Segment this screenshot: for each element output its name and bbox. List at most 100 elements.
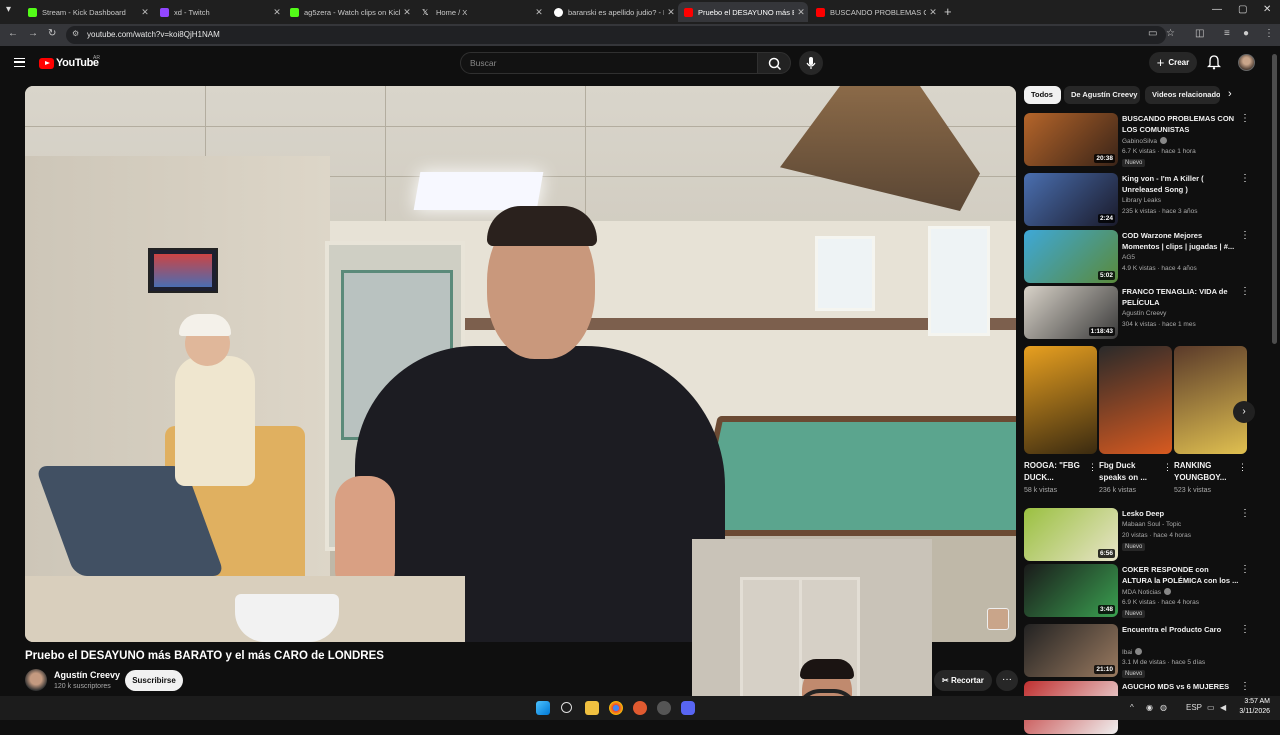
video-thumbnail[interactable]: 1:18:43 bbox=[1024, 286, 1118, 339]
short-title[interactable]: Fbg Duck speaks on ... bbox=[1099, 460, 1161, 484]
recommendation-item[interactable]: 6:56 Lesko Deep Mabaan Soul - Topic 20 vist… bbox=[1024, 508, 1256, 562]
back-icon[interactable]: ← bbox=[8, 28, 18, 39]
recommendation-item[interactable]: 20:38 BUSCANDO PROBLEMAS CON LOS COMUNIST… bbox=[1024, 113, 1256, 167]
close-tab-icon[interactable]: ✕ bbox=[794, 7, 808, 18]
channel-watermark[interactable] bbox=[987, 608, 1009, 630]
notifications-button[interactable] bbox=[1206, 54, 1222, 75]
recommendation-item[interactable]: 21:10 Encuentra el Producto Caro Ibai 3.1 M… bbox=[1024, 624, 1256, 678]
video-title[interactable]: Encuentra el Producto Caro bbox=[1122, 624, 1240, 635]
search-button[interactable] bbox=[757, 52, 791, 74]
search-box[interactable]: Buscar bbox=[460, 52, 758, 74]
windows-start-icon[interactable] bbox=[536, 701, 550, 715]
close-tab-icon[interactable]: ✕ bbox=[664, 7, 678, 18]
browser-menu-icon[interactable]: ⋮ bbox=[1264, 28, 1274, 39]
tab-search-icon[interactable]: ▾ bbox=[6, 4, 11, 15]
new-tab-button[interactable]: + bbox=[944, 4, 952, 19]
tray-app-icon[interactable]: ◉ bbox=[1146, 703, 1153, 712]
close-tab-icon[interactable]: ✕ bbox=[532, 7, 546, 18]
channel-name[interactable]: MDA Noticias bbox=[1122, 588, 1172, 596]
create-button[interactable]: + Crear bbox=[1149, 52, 1197, 73]
browser-tab[interactable]: xd - Twitch ✕ bbox=[154, 2, 284, 22]
video-thumbnail[interactable]: 5:02 bbox=[1024, 230, 1118, 283]
chrome-icon[interactable] bbox=[609, 701, 623, 715]
short-thumbnail[interactable] bbox=[1174, 346, 1247, 454]
close-tab-icon[interactable]: ✕ bbox=[400, 7, 414, 18]
close-tab-icon[interactable]: ✕ bbox=[926, 7, 940, 18]
chip-from-channel[interactable]: De Agustín Creevy bbox=[1064, 86, 1140, 104]
profile-icon[interactable]: ● bbox=[1243, 28, 1249, 39]
taskbar-search-icon[interactable] bbox=[561, 702, 572, 713]
short-thumbnail[interactable] bbox=[1099, 346, 1172, 454]
app-icon[interactable] bbox=[657, 701, 671, 715]
video-title[interactable]: COD Warzone Mejores Momentos | clips | j… bbox=[1122, 230, 1240, 252]
video-thumbnail[interactable]: 3:48 bbox=[1024, 564, 1118, 617]
tray-expand-icon[interactable]: ^ bbox=[1130, 703, 1134, 712]
video-thumbnail[interactable]: 2:24 bbox=[1024, 173, 1118, 226]
recommendation-item[interactable]: 1:18:43 FRANCO TENAGLIA: VIDA de PELÍCULA… bbox=[1024, 286, 1256, 340]
recommendation-item[interactable]: 5:02 COD Warzone Mejores Momentos | clips… bbox=[1024, 230, 1256, 284]
chip-related[interactable]: Videos relacionados bbox=[1145, 86, 1220, 104]
browser-tab[interactable]: ag5zera - Watch clips on Kick ✕ bbox=[284, 2, 414, 22]
recommendation-item[interactable]: 2:24 King von - I'm A Killer ( Unreleased… bbox=[1024, 173, 1256, 227]
chip-all[interactable]: Todos bbox=[1024, 86, 1061, 104]
more-vertical-icon[interactable]: ⋮ bbox=[1240, 173, 1250, 184]
video-title[interactable]: BUSCANDO PROBLEMAS CON LOS COMUNISTAS bbox=[1122, 113, 1240, 135]
voice-search-button[interactable] bbox=[799, 51, 823, 75]
short-item[interactable]: Fbg Duck speaks on ... 236 k vistas ⋮ bbox=[1099, 346, 1172, 502]
language-indicator[interactable]: ESP bbox=[1186, 703, 1202, 712]
browser-tab[interactable]: baranski es apellido judio? - Bu ✕ bbox=[548, 2, 678, 22]
obs-icon[interactable] bbox=[633, 701, 647, 715]
video-thumbnail[interactable]: 6:56 bbox=[1024, 508, 1118, 561]
hamburger-menu-icon[interactable] bbox=[14, 58, 25, 67]
more-vertical-icon[interactable]: ⋮ bbox=[1163, 462, 1172, 473]
channel-name[interactable]: Agustín Creevy bbox=[54, 670, 120, 680]
more-vertical-icon[interactable]: ⋮ bbox=[1240, 624, 1250, 635]
short-title[interactable]: ROOGA: "FBG DUCK... bbox=[1024, 460, 1086, 484]
video-thumbnail[interactable]: 21:10 bbox=[1024, 624, 1118, 677]
recommendation-item[interactable]: 3:48 COKER RESPONDE con ALTURA la POLÉMIC… bbox=[1024, 564, 1256, 618]
channel-name[interactable]: AG5 bbox=[1122, 254, 1135, 261]
more-vertical-icon[interactable]: ⋮ bbox=[1240, 564, 1250, 575]
video-title[interactable]: COKER RESPONDE con ALTURA la POLÉMICA co… bbox=[1122, 564, 1240, 586]
browser-tab-active[interactable]: Pruebo el DESAYUNO más BAR ✕ bbox=[678, 2, 808, 22]
close-tab-icon[interactable]: ✕ bbox=[138, 7, 152, 18]
clock-time[interactable]: 3:57 AM bbox=[1234, 698, 1270, 705]
file-explorer-icon[interactable] bbox=[585, 701, 599, 715]
network-icon[interactable]: ▭ bbox=[1207, 703, 1215, 712]
browser-tab[interactable]: Stream - Kick Dashboard ✕ bbox=[22, 2, 152, 22]
channel-name[interactable]: GabinoSilva bbox=[1122, 137, 1168, 145]
forward-icon[interactable]: → bbox=[28, 28, 38, 39]
discord-icon[interactable] bbox=[681, 701, 695, 715]
subscribe-button[interactable]: Suscribirse bbox=[125, 670, 183, 691]
short-title[interactable]: RANKING YOUNGBOY... bbox=[1174, 460, 1236, 484]
video-title[interactable]: King von - I'm A Killer ( Unreleased Son… bbox=[1122, 173, 1240, 195]
video-title[interactable]: FRANCO TENAGLIA: VIDA de PELÍCULA bbox=[1122, 286, 1240, 308]
clip-button[interactable]: ✂ Recortar bbox=[934, 670, 992, 691]
short-item[interactable]: ROOGA: "FBG DUCK... 58 k vistas ⋮ bbox=[1024, 346, 1097, 502]
channel-name[interactable]: Library Leaks bbox=[1122, 197, 1161, 204]
video-title[interactable]: Lesko Deep bbox=[1122, 508, 1240, 519]
bookmark-star-icon[interactable]: ☆ bbox=[1166, 28, 1175, 39]
reload-icon[interactable]: ↻ bbox=[48, 28, 56, 39]
site-info-icon[interactable]: ⚙ bbox=[72, 29, 79, 38]
video-title[interactable]: AGUCHO MDS vs 6 MUJERES bbox=[1122, 681, 1240, 692]
more-vertical-icon[interactable]: ⋮ bbox=[1238, 462, 1247, 473]
search-input[interactable]: Buscar bbox=[470, 58, 496, 68]
minimize-icon[interactable]: — bbox=[1212, 4, 1222, 15]
browser-tab[interactable]: 𝕏 Home / X ✕ bbox=[416, 2, 546, 22]
cast-icon[interactable]: ▭ bbox=[1148, 28, 1157, 39]
extensions-icon[interactable]: ◫ bbox=[1195, 28, 1204, 39]
more-vertical-icon[interactable]: ⋮ bbox=[1240, 230, 1250, 241]
volume-icon[interactable]: ◀ bbox=[1220, 703, 1226, 712]
channel-avatar[interactable] bbox=[25, 669, 47, 691]
video-thumbnail[interactable]: 20:38 bbox=[1024, 113, 1118, 166]
youtube-logo[interactable]: YouTube bbox=[39, 57, 99, 69]
chevron-right-icon[interactable]: › bbox=[1228, 88, 1232, 100]
page-scrollbar[interactable] bbox=[1272, 54, 1277, 344]
address-bar[interactable]: ⚙ youtube.com/watch?v=koi8QjH1NAM bbox=[66, 26, 1166, 44]
shorts-next-button[interactable]: › bbox=[1233, 401, 1255, 423]
channel-name[interactable]: Agustín Creevy bbox=[1122, 310, 1166, 317]
browser-tab[interactable]: BUSCANDO PROBLEMAS CON ✕ bbox=[810, 2, 940, 22]
more-vertical-icon[interactable]: ⋮ bbox=[1240, 508, 1250, 519]
close-window-icon[interactable]: ✕ bbox=[1263, 4, 1271, 15]
